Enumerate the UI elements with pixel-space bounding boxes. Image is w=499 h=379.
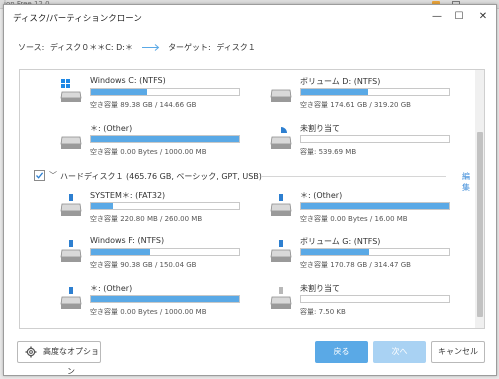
partition-name: ＊: (Other) — [300, 191, 343, 200]
disk1-label: ハードディスク１ (465.76 GB, ベーシック, GPT, USB) — [60, 172, 262, 181]
usage-bar-fill — [91, 249, 151, 255]
usb-drive-icon — [270, 285, 292, 311]
unallocated-drive-icon — [270, 125, 292, 151]
partition-item[interactable]: ボリューム G: (NTFS) 空き容量 170.78 GB / 314.47 … — [270, 236, 450, 272]
usage-bar-fill — [301, 203, 449, 209]
partition-info: 空き容量 174.61 GB / 319.20 GB — [300, 101, 411, 109]
partition-item[interactable]: ＊: (Other) 空き容量 0.00 Bytes / 1000.00 MB — [60, 283, 240, 319]
partition-info: 空き容量 0.00 Bytes / 1000.00 MB — [90, 148, 207, 156]
usb-drive-icon — [270, 238, 292, 264]
usage-bar — [90, 88, 240, 96]
drive-icon — [270, 78, 292, 104]
title-bar: ディスク/パーティションクローン — ☐ ✕ — [4, 5, 496, 29]
back-button[interactable]: 戻る — [315, 341, 368, 363]
usage-bar — [300, 88, 450, 96]
target-label: ターゲット: — [168, 43, 211, 52]
usage-bar-fill — [91, 89, 148, 95]
minimize-button[interactable]: — — [428, 9, 446, 25]
partition-item[interactable]: Windows C: (NTFS) 空き容量 89.38 GB / 144.66… — [60, 76, 240, 112]
partition-info: 容量: 7.50 KB — [300, 308, 346, 316]
partition-name: Windows C: (NTFS) — [90, 76, 166, 85]
partition-info: 空き容量 220.80 MB / 260.00 MB — [90, 215, 203, 223]
divider — [262, 176, 446, 177]
partition-item[interactable]: SYSTEM＊: (FAT32) 空き容量 220.80 MB / 260.00… — [60, 190, 240, 226]
partition-name: 未割り当て — [300, 284, 340, 293]
usage-bar — [300, 295, 450, 303]
partition-item[interactable]: ボリューム D: (NTFS) 空き容量 174.61 GB / 319.20 … — [270, 76, 450, 112]
partition-item[interactable]: Windows F: (NTFS) 空き容量 90.38 GB / 150.04… — [60, 236, 240, 272]
scrollbar-track[interactable] — [475, 70, 484, 328]
partition-name: ボリューム G: (NTFS) — [300, 237, 381, 246]
window-title: ディスク/パーティションクローン — [13, 14, 142, 24]
usage-bar — [300, 248, 450, 256]
partition-name: ボリューム D: (NTFS) — [300, 77, 381, 86]
partition-item[interactable]: ＊: (Other) 空き容量 0.00 Bytes / 1000.00 MB — [60, 123, 240, 159]
cancel-button[interactable]: キャンセル — [431, 341, 485, 363]
partition-item[interactable]: 未割り当て 容量: 539.69 MB — [270, 123, 450, 159]
partition-name: Windows F: (NTFS) — [90, 236, 165, 245]
check-icon — [36, 172, 44, 179]
usage-bar — [300, 202, 450, 210]
usage-bar-fill — [91, 203, 114, 209]
advanced-options-label: 高度なオプション — [43, 347, 99, 376]
gear-icon — [25, 346, 37, 358]
partition-info: 空き容量 0.00 Bytes / 16.00 MB — [300, 215, 408, 223]
drive-icon — [60, 125, 82, 151]
partition-name: ＊: (Other) — [90, 124, 133, 133]
advanced-options-button[interactable]: 高度なオプション — [17, 341, 101, 376]
windows-drive-icon — [60, 78, 82, 104]
usb-drive-icon — [60, 285, 82, 311]
partition-name: 未割り当て — [300, 124, 340, 133]
next-button[interactable]: 次へ — [373, 341, 426, 363]
close-button[interactable]: ✕ — [474, 9, 492, 25]
usb-drive-icon — [60, 192, 82, 218]
partition-info: 空き容量 170.78 GB / 314.47 GB — [300, 261, 411, 269]
maximize-button[interactable]: ☐ — [450, 9, 468, 25]
usage-bar — [90, 295, 240, 303]
partition-name: SYSTEM＊: (FAT32) — [90, 191, 166, 200]
partition-item[interactable]: 未割り当て 容量: 7.50 KB — [270, 283, 450, 319]
clone-dialog: ディスク/パーティションクローン — ☐ ✕ ソース: ディスク０＊＊C: D:… — [3, 4, 497, 376]
partition-info: 空き容量 89.38 GB / 144.66 GB — [90, 101, 197, 109]
usage-bar-fill — [301, 89, 368, 95]
usb-drive-icon — [60, 238, 82, 264]
source-target-bar: ソース: ディスク０＊＊C: D:＊ ターゲット: ディスク１ — [18, 42, 256, 53]
usage-bar-fill — [91, 136, 239, 142]
source-label: ソース: — [18, 43, 45, 52]
partition-info: 空き容量 0.00 Bytes / 1000.00 MB — [90, 308, 207, 316]
edit-link[interactable]: 編集 — [462, 171, 474, 193]
usage-bar — [90, 202, 240, 210]
partition-list-panel: Windows C: (NTFS) 空き容量 89.38 GB / 144.66… — [19, 69, 485, 329]
usage-bar-fill — [91, 296, 239, 302]
partition-info: 容量: 539.69 MB — [300, 148, 357, 156]
usage-bar — [300, 135, 450, 143]
usb-drive-icon — [270, 192, 292, 218]
disk1-header[interactable]: ﹀ ハードディスク１ (465.76 GB, ベーシック, GPT, USB) … — [34, 170, 474, 192]
partition-item[interactable]: ＊: (Other) 空き容量 0.00 Bytes / 16.00 MB — [270, 190, 450, 226]
partition-name: ＊: (Other) — [90, 284, 133, 293]
scrollbar-thumb[interactable] — [477, 132, 483, 317]
disk1-checkbox[interactable] — [34, 170, 45, 181]
chevron-down-icon[interactable]: ﹀ — [49, 170, 57, 181]
partition-info: 空き容量 90.38 GB / 150.04 GB — [90, 261, 197, 269]
target-value: ディスク１ — [216, 43, 256, 52]
usage-bar-fill — [301, 249, 370, 255]
usage-bar — [90, 135, 240, 143]
source-value: ディスク０＊＊C: D:＊ — [49, 43, 133, 52]
arrow-right-icon — [141, 44, 160, 51]
usage-bar — [90, 248, 240, 256]
